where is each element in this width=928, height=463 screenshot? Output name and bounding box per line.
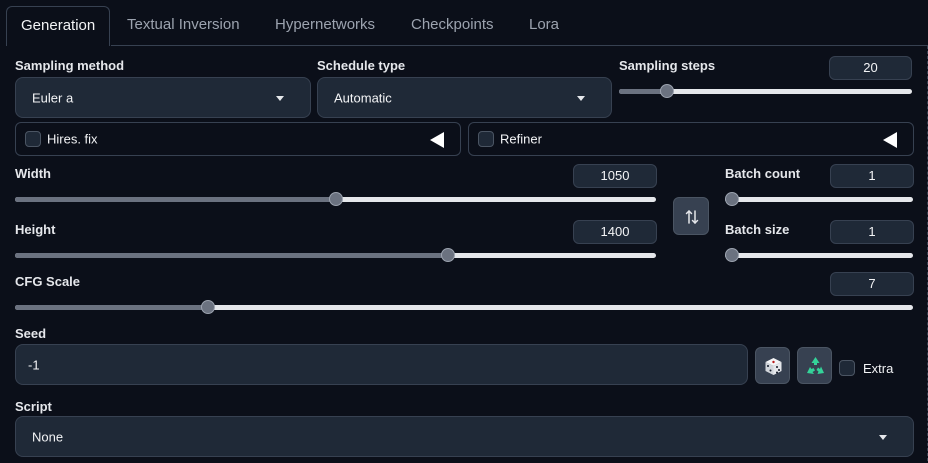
script-label: Script [15, 399, 52, 414]
script-dropdown[interactable]: None [15, 416, 914, 457]
tab-hypernetworks[interactable]: Hypernetworks [275, 6, 375, 46]
extra-label: Extra [863, 361, 894, 376]
batch-count-label: Batch count [725, 166, 801, 181]
tab-hypernetworks-label: Hypernetworks [275, 16, 376, 33]
schedule-type-value: Automatic [334, 90, 392, 105]
up-down-arrows-icon [685, 209, 699, 225]
chevron-down-icon [879, 434, 887, 440]
seed-input[interactable]: -1 [15, 344, 748, 385]
refiner-label: Refiner [500, 131, 542, 147]
hires-fix-label: Hires. fix [47, 131, 98, 147]
refiner-accordion[interactable]: Refiner [468, 122, 914, 156]
random-seed-button[interactable] [755, 347, 790, 384]
sampling-steps-slider[interactable] [619, 83, 912, 99]
tab-lora-label: Lora [529, 16, 560, 33]
seed-label: Seed [15, 326, 47, 341]
width-slider[interactable] [15, 191, 656, 207]
slider-fill [15, 197, 336, 202]
width-label: Width [15, 166, 51, 181]
batch-size-input[interactable]: 1 [830, 220, 914, 244]
slider-thumb[interactable] [441, 248, 456, 262]
collapse-triangle-icon[interactable] [883, 132, 897, 148]
tab-checkpoints-label: Checkpoints [411, 16, 494, 33]
hires-fix-checkbox[interactable] [25, 131, 41, 147]
batch-count-input[interactable]: 1 [830, 164, 914, 188]
height-label: Height [15, 222, 56, 237]
seed-value: -1 [28, 357, 40, 372]
batch-count-slider[interactable] [725, 191, 913, 207]
tab-divider [111, 45, 928, 46]
dice-icon [765, 358, 782, 375]
swap-dimensions-button[interactable] [673, 197, 709, 235]
refiner-checkbox[interactable] [478, 131, 494, 147]
slider-fill [619, 89, 662, 94]
batch-size-label: Batch size [725, 222, 790, 237]
slider-thumb[interactable] [200, 300, 215, 314]
tab-textual-inversion[interactable]: Textual Inversion [127, 6, 240, 46]
slider-thumb[interactable] [725, 192, 739, 206]
width-input[interactable]: 1050 [573, 164, 657, 188]
sampling-steps-input[interactable]: 20 [829, 56, 912, 80]
reuse-seed-button[interactable] [797, 347, 832, 384]
hires-fix-accordion[interactable]: Hires. fix [15, 122, 461, 156]
tab-generation-label: Generation [21, 17, 96, 34]
slider-track [725, 197, 913, 202]
cfg-scale-label: CFG Scale [15, 274, 81, 289]
collapse-triangle-icon[interactable] [430, 132, 444, 148]
batch-size-slider[interactable] [725, 247, 913, 263]
slider-fill [15, 253, 451, 258]
slider-thumb[interactable] [725, 248, 739, 262]
extra-checkbox[interactable] [839, 360, 855, 376]
cfg-scale-slider[interactable] [15, 299, 913, 315]
sampling-method-value: Euler a [32, 90, 74, 105]
schedule-type-dropdown[interactable]: Automatic [317, 77, 612, 118]
cfg-scale-input[interactable]: 7 [830, 272, 914, 296]
schedule-type-label: Schedule type [317, 58, 406, 73]
recycle-icon [807, 357, 824, 374]
slider-thumb[interactable] [659, 84, 674, 98]
height-slider[interactable] [15, 247, 656, 263]
sampling-method-label: Sampling method [15, 58, 125, 73]
slider-fill [15, 305, 204, 310]
height-input[interactable]: 1400 [573, 220, 657, 244]
chevron-down-icon [276, 95, 284, 101]
sampling-steps-label: Sampling steps [619, 58, 716, 73]
chevron-down-icon [577, 95, 585, 101]
slider-thumb[interactable] [328, 192, 343, 206]
tab-bar: Generation Textual Inversion Hypernetwor… [0, 0, 928, 46]
slider-track [725, 253, 913, 258]
tab-lora[interactable]: Lora [529, 6, 559, 46]
tab-checkpoints[interactable]: Checkpoints [411, 6, 494, 46]
tab-generation[interactable]: Generation [6, 6, 110, 46]
tab-textual-inversion-label: Textual Inversion [127, 16, 240, 33]
sampling-method-dropdown[interactable]: Euler a [15, 77, 311, 118]
script-value: None [32, 429, 64, 444]
